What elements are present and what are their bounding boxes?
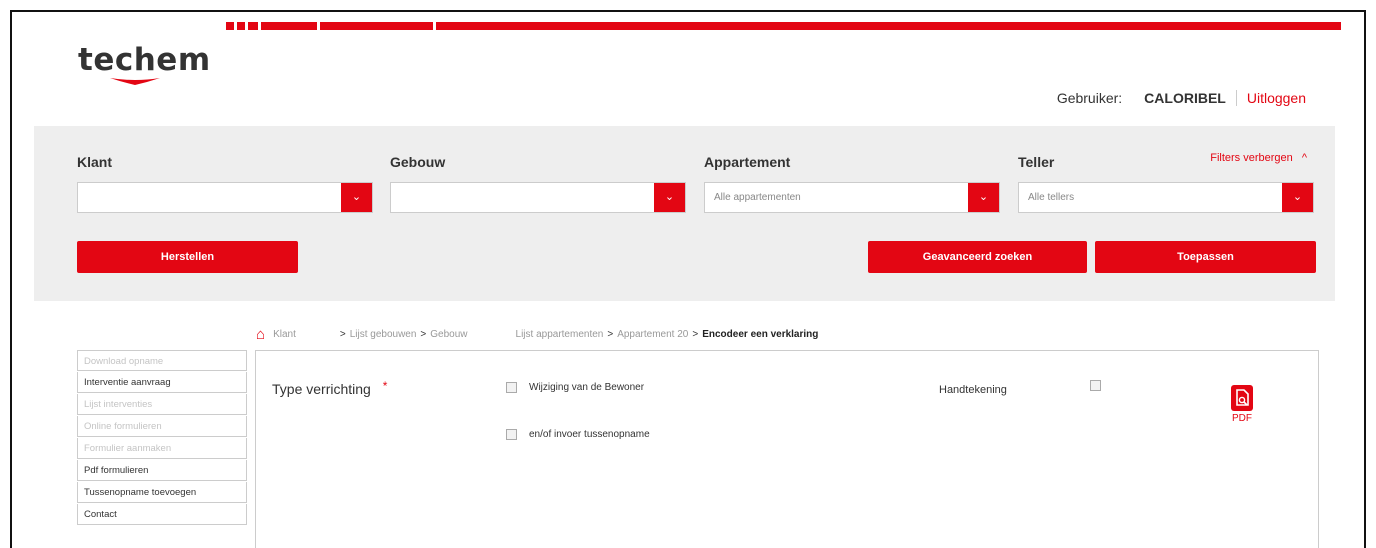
handtekening-checkbox[interactable] bbox=[1090, 380, 1101, 391]
user-name: CALORIBEL bbox=[1144, 90, 1237, 106]
tussenopname-checkbox[interactable] bbox=[506, 429, 517, 440]
type-verrichting-label: Type verrichting * bbox=[272, 379, 388, 397]
logo-swoosh-icon bbox=[110, 78, 160, 85]
pdf-search-icon bbox=[1231, 385, 1253, 411]
breadcrumb-separator: > bbox=[607, 329, 614, 340]
sidebar-item-lijst-interventies: Lijst interventies bbox=[77, 394, 247, 415]
breadcrumb-gebouwen[interactable]: Lijst gebouwen bbox=[350, 329, 417, 340]
sidebar-item-formulier-aanmaken: Formulier aanmaken bbox=[77, 438, 247, 459]
advanced-search-button[interactable]: Geavanceerd zoeken bbox=[868, 241, 1087, 273]
klant-select[interactable]: ⌄ bbox=[77, 182, 373, 213]
sidebar-item-pdf-formulieren[interactable]: Pdf formulieren bbox=[77, 460, 247, 481]
breadcrumb-separator: > bbox=[692, 329, 699, 340]
hide-filters-toggle[interactable]: Filters verbergen ^ bbox=[1210, 152, 1307, 164]
gebouw-select[interactable]: ⌄ bbox=[390, 182, 686, 213]
chevron-down-icon[interactable]: ⌄ bbox=[1282, 183, 1313, 212]
appartement-select-value: Alle appartementen bbox=[714, 192, 801, 203]
sidebar-item-online-formulieren: Online formulieren bbox=[77, 416, 247, 437]
filter-panel: Klant Gebouw Appartement Teller Filters … bbox=[34, 126, 1335, 301]
chevron-down-icon[interactable]: ⌄ bbox=[341, 183, 372, 212]
appartement-label: Appartement bbox=[704, 154, 791, 170]
breadcrumb-appartementen[interactable]: Lijst appartementen bbox=[516, 329, 604, 340]
breadcrumb: ⌂ Klant > Lijst gebouwen > Gebouw Lijst … bbox=[256, 326, 818, 343]
breadcrumb-current: Encodeer een verklaring bbox=[702, 329, 819, 340]
appartement-select[interactable]: Alle appartementen ⌄ bbox=[704, 182, 1000, 213]
teller-select[interactable]: Alle tellers ⌄ bbox=[1018, 182, 1314, 213]
breadcrumb-separator: > bbox=[339, 329, 346, 340]
user-bar: Gebruiker: CALORIBEL Uitloggen bbox=[1057, 90, 1306, 106]
teller-select-value: Alle tellers bbox=[1028, 192, 1075, 203]
tussenopname-label: en/of invoer tussenopname bbox=[529, 429, 650, 440]
sidebar-menu: Download opname Interventie aanvraag Lij… bbox=[77, 350, 247, 525]
user-label: Gebruiker: bbox=[1056, 90, 1123, 106]
chevron-down-icon[interactable]: ⌄ bbox=[968, 183, 999, 212]
logout-link[interactable]: Uitloggen bbox=[1247, 90, 1306, 106]
wijziging-bewoner-label: Wijziging van de Bewoner bbox=[529, 382, 645, 393]
sidebar-item-interventie-aanvraag[interactable]: Interventie aanvraag bbox=[77, 372, 247, 393]
form-panel: Type verrichting * Wijziging van de Bewo… bbox=[255, 350, 1319, 548]
hide-filters-label: Filters verbergen bbox=[1210, 152, 1293, 164]
home-icon[interactable]: ⌂ bbox=[256, 326, 265, 343]
chevron-down-icon[interactable]: ⌄ bbox=[654, 183, 685, 212]
breadcrumb-appartement[interactable]: Appartement 20 bbox=[617, 329, 688, 340]
teller-label: Teller bbox=[1018, 154, 1055, 170]
pdf-label: PDF bbox=[1232, 413, 1252, 424]
reset-button[interactable]: Herstellen bbox=[77, 241, 298, 273]
type-verrichting-text: Type verrichting bbox=[272, 381, 371, 397]
sidebar-item-download-opname: Download opname bbox=[77, 350, 247, 371]
wijziging-bewoner-checkbox[interactable] bbox=[506, 382, 517, 393]
klant-label: Klant bbox=[77, 154, 112, 170]
breadcrumb-gebouw[interactable]: Gebouw bbox=[430, 329, 467, 340]
pdf-download[interactable]: PDF bbox=[1231, 385, 1253, 424]
logo-text: techem bbox=[78, 42, 211, 78]
sidebar-item-contact[interactable]: Contact bbox=[77, 504, 247, 525]
gebouw-label: Gebouw bbox=[390, 154, 446, 170]
chevron-up-icon: ^ bbox=[1301, 152, 1307, 164]
brand-stripes bbox=[226, 22, 1341, 30]
breadcrumb-klant[interactable]: Klant bbox=[273, 329, 296, 340]
required-mark: * bbox=[382, 379, 388, 393]
handtekening-label: Handtekening bbox=[939, 384, 1007, 396]
techem-logo[interactable]: techem bbox=[78, 42, 211, 85]
apply-button[interactable]: Toepassen bbox=[1095, 241, 1316, 273]
sidebar-item-tussenopname-toevoegen[interactable]: Tussenopname toevoegen bbox=[77, 482, 247, 503]
breadcrumb-separator: > bbox=[420, 329, 427, 340]
